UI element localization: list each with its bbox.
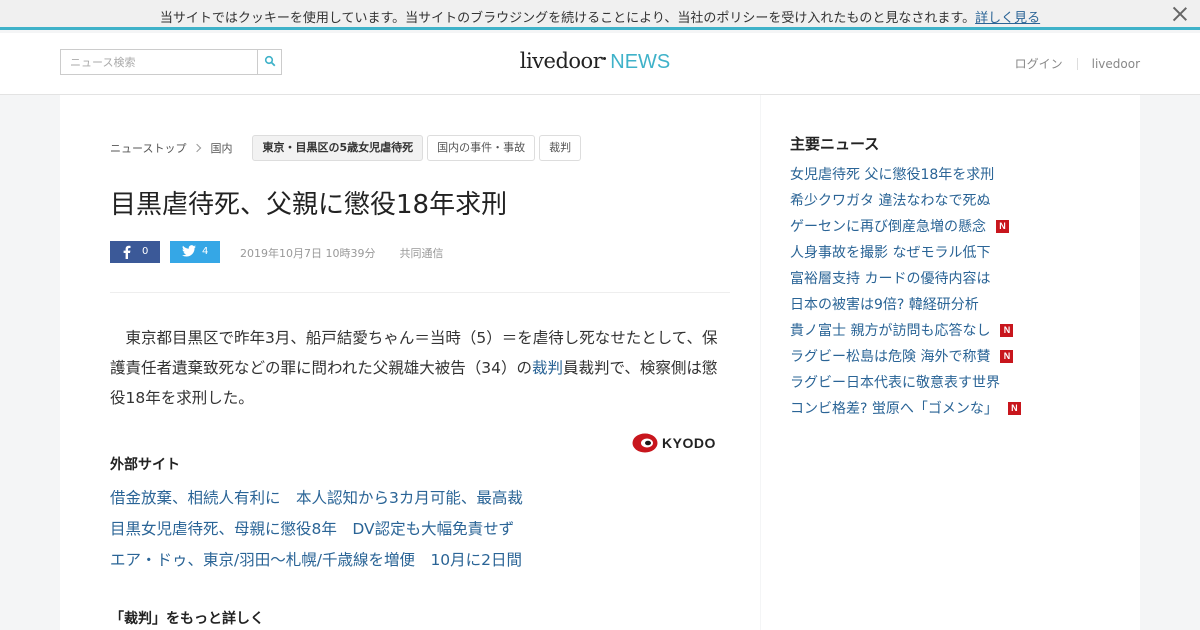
- article-title: 目黒虐待死、父親に懲役18年求刑: [110, 190, 508, 220]
- new-badge: N: [1007, 402, 1021, 415]
- top-news-item[interactable]: 女児虐待死 父に懲役18年を求刑: [790, 162, 1021, 188]
- tag-topic[interactable]: 東京・目黒区の5歳女児虐待死: [252, 135, 424, 161]
- top-news-text: 日本の被害は9倍? 韓経研分析: [790, 297, 979, 313]
- tag-trial[interactable]: 裁判: [539, 135, 582, 161]
- top-news-text: ラグビー日本代表に敬意表す世界: [790, 375, 1000, 391]
- new-badge: N: [996, 220, 1009, 233]
- top-news-item[interactable]: 富裕層支持 カードの優待内容は: [790, 266, 1021, 292]
- external-link[interactable]: エア・ドゥ、東京/羽田～札幌/千歳線を増便 10月に2日間: [110, 545, 523, 576]
- top-news-heading: 主要ニュース: [790, 135, 880, 153]
- cookie-message-text: 当サイトではクッキーを使用しています。当サイトのブラウジングを続けることにより、…: [159, 11, 976, 26]
- more-about-heading: 「裁判」をもっと詳しく: [110, 611, 264, 627]
- login-link[interactable]: ログイン: [1015, 57, 1063, 71]
- external-link[interactable]: 目黒女児虐待死、母親に懲役8年 DV認定も大幅免責せず: [110, 514, 523, 545]
- twitter-count: 4: [202, 246, 209, 257]
- kyodo-logo: KYODO: [632, 432, 715, 454]
- article-date: 2019年10月7日 10時39分: [240, 247, 376, 260]
- livedoor-link[interactable]: livedoor: [1092, 57, 1140, 71]
- breadcrumb: ニューストップ 国内 東京・目黒区の5歳女児虐待死 国内の事件・事故 裁判: [110, 135, 582, 161]
- top-news-list: 女児虐待死 父に懲役18年を求刑 希少クワガタ 違法なわなで死ぬ ゲーセンに再び…: [790, 162, 1021, 422]
- new-badge: N: [1000, 324, 1014, 337]
- kyodo-logo-text: KYODO: [662, 435, 716, 451]
- tag-incidents[interactable]: 国内の事件・事故: [427, 135, 536, 161]
- logo-news: NEWS: [610, 51, 671, 73]
- article-meta: 2019年10月7日 10時39分 共同通信: [240, 245, 443, 261]
- header-divider: [1076, 58, 1078, 70]
- top-news-item[interactable]: 貴ノ富士 親方が訪問も応答なし N: [790, 318, 1021, 344]
- top-news-text: 女児虐待死 父に懲役18年を求刑: [790, 167, 995, 183]
- top-news-text: 富裕層支持 カードの優待内容は: [790, 271, 991, 287]
- top-news-item[interactable]: 日本の被害は9倍? 韓経研分析: [790, 292, 1021, 318]
- logo-livedoor: livedoor: [519, 49, 603, 73]
- kyodo-mark-icon: [632, 433, 658, 453]
- top-news-item[interactable]: 希少クワガタ 違法なわなで死ぬ: [790, 188, 1021, 214]
- site-header: livedoor NEWS ログイン livedoor: [0, 33, 1200, 95]
- article-source: 共同通信: [399, 247, 444, 260]
- twitter-share-button[interactable]: 4: [170, 241, 220, 263]
- sidebar: 主要ニュース 女児虐待死 父に懲役18年を求刑 希少クワガタ 違法なわなで死ぬ …: [761, 95, 1140, 630]
- top-news-text: コンビ格差? 蛍原へ「ゴメンな」: [790, 401, 998, 417]
- cookie-message: 当サイトではクッキーを使用しています。当サイトのブラウジングを続けることにより、…: [0, 7, 1200, 26]
- body-trial-link[interactable]: 裁判: [532, 359, 563, 377]
- top-news-text: 希少クワガタ 違法なわなで死ぬ: [790, 193, 991, 209]
- top-news-item[interactable]: コンビ格差? 蛍原へ「ゴメンな」 N: [790, 396, 1021, 422]
- chevron-right-icon: [193, 143, 202, 153]
- close-icon[interactable]: [1172, 6, 1188, 22]
- twitter-icon: [182, 245, 196, 257]
- breadcrumb-top[interactable]: ニューストップ: [110, 140, 186, 156]
- article-body: 東京都目黒区で昨年3月、船戸結愛ちゃん＝当時（5）＝を虐待し死なせたとして、保護…: [110, 323, 732, 413]
- top-news-text: 貴ノ富士 親方が訪問も応答なし: [790, 323, 991, 339]
- external-link[interactable]: 借金放棄、相続人有利に 本人認知から3カ月可能、最高裁: [110, 483, 523, 514]
- header-links: ログイン livedoor: [1015, 55, 1140, 72]
- facebook-share-button[interactable]: 0: [110, 241, 160, 263]
- new-badge: N: [1000, 350, 1014, 363]
- logo-dot: [603, 57, 607, 60]
- article-column: ニューストップ 国内 東京・目黒区の5歳女児虐待死 国内の事件・事故 裁判 目黒虐待死、…: [60, 95, 760, 630]
- top-news-item[interactable]: ラグビー松島は危険 海外で称賛 N: [790, 344, 1021, 370]
- top-news-item[interactable]: 人身事故を撮影 なぜモラル低下: [790, 240, 1021, 266]
- divider: [110, 292, 730, 293]
- cookie-details-link[interactable]: 詳しく見る: [975, 11, 1040, 26]
- facebook-count: 0: [142, 246, 149, 257]
- top-news-text: 人身事故を撮影 なぜモラル低下: [790, 245, 991, 261]
- site-logo[interactable]: livedoor NEWS: [0, 49, 1190, 74]
- facebook-icon: [123, 245, 131, 259]
- top-news-text: ラグビー松島は危険 海外で称賛: [790, 349, 991, 365]
- cookie-banner: 当サイトではクッキーを使用しています。当サイトのブラウジングを続けることにより、…: [0, 0, 1200, 30]
- top-news-item[interactable]: ラグビー日本代表に敬意表す世界: [790, 370, 1021, 396]
- external-sites-heading: 外部サイト: [110, 457, 180, 473]
- breadcrumb-category[interactable]: 国内: [210, 140, 232, 156]
- external-links-list: 借金放棄、相続人有利に 本人認知から3カ月可能、最高裁 目黒女児虐待死、母親に懲…: [110, 483, 523, 576]
- top-news-text: ゲーセンに再び倒産急増の懸念: [790, 219, 986, 235]
- top-news-item[interactable]: ゲーセンに再び倒産急増の懸念 N: [790, 214, 1021, 240]
